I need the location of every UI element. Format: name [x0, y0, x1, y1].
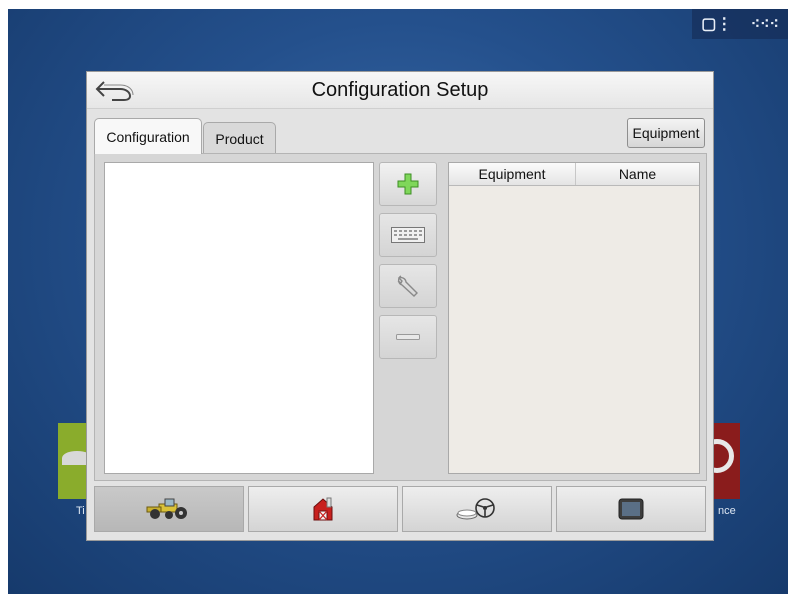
rename-button[interactable]	[379, 213, 437, 257]
bottom-navigation	[94, 486, 707, 532]
display-status-icon: ▢⋮	[701, 16, 733, 33]
background-app-tile-right	[700, 423, 740, 499]
tab-product[interactable]: Product	[203, 122, 276, 154]
bottom-tab-equipment[interactable]	[94, 486, 244, 532]
tractor-icon	[146, 498, 187, 519]
column-header-equipment[interactable]: Equipment	[449, 163, 576, 185]
background-tile-label-left: Ti	[76, 505, 85, 517]
bottom-tab-display[interactable]	[556, 486, 706, 532]
edit-button[interactable]	[379, 264, 437, 308]
equipment-button[interactable]: Equipment	[627, 118, 705, 148]
keyboard-icon	[391, 227, 425, 243]
remove-button[interactable]	[379, 315, 437, 359]
wrench-icon	[397, 275, 418, 297]
bottom-tab-guidance[interactable]	[402, 486, 552, 532]
dialog-title: Configuration Setup	[311, 79, 489, 101]
signal-strength-icon: ⁖⁖⁖	[750, 16, 779, 33]
equipment-table-header: Equipment Name	[449, 163, 699, 186]
steering-wheel-icon	[456, 498, 495, 520]
minus-icon	[396, 334, 420, 340]
display-icon	[618, 498, 644, 520]
configuration-setup-dialog: Configuration Setup Configuration Produc…	[86, 71, 714, 541]
tab-configuration[interactable]: Configuration	[94, 118, 202, 154]
equipment-table: Equipment Name	[448, 162, 700, 474]
status-icons: ▢⋮ ⁖⁖⁖	[692, 9, 788, 39]
title-bar: Configuration Setup	[87, 72, 713, 109]
configuration-list[interactable]	[104, 162, 374, 474]
plus-icon	[397, 173, 419, 195]
add-button[interactable]	[379, 162, 437, 206]
configuration-panel: Equipment Name	[94, 153, 707, 481]
bottom-tab-farm[interactable]	[248, 486, 398, 532]
barn-icon	[313, 497, 333, 521]
background-tile-label-right: nce	[718, 505, 736, 517]
column-header-name[interactable]: Name	[576, 163, 699, 185]
